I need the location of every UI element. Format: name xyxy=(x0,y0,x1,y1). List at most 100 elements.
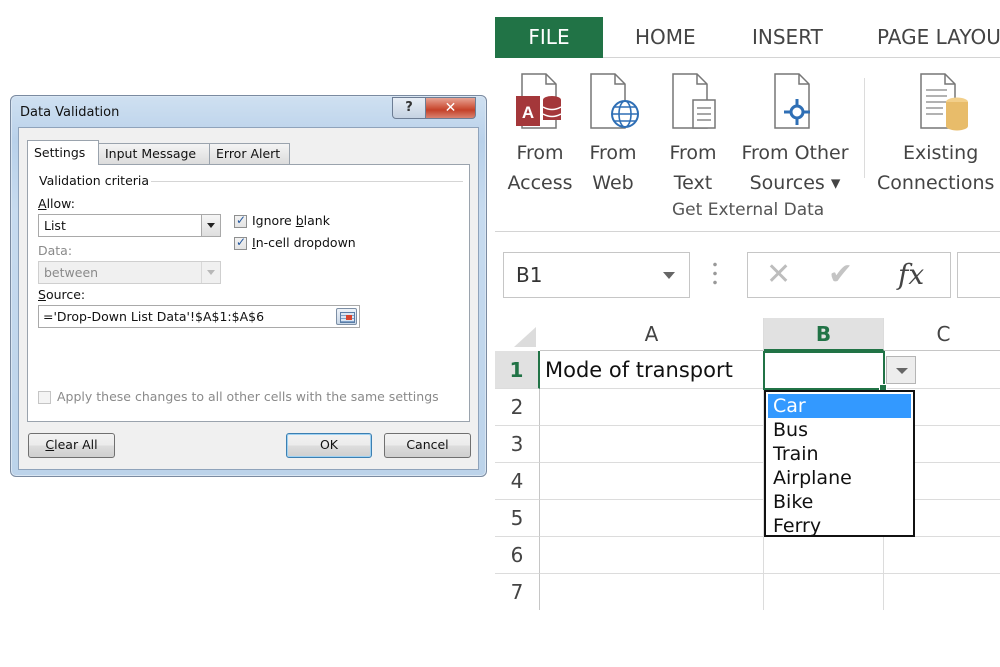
existing-connections-button[interactable]: Existing Connections xyxy=(875,72,1000,198)
select-all-corner[interactable] xyxy=(495,318,540,351)
ribbon-separator xyxy=(864,78,865,178)
ribbon-data-group: A From Access From Web From Text From Ot… xyxy=(495,58,1000,232)
close-button[interactable]: ✕ xyxy=(425,97,476,119)
dropdown-option-car[interactable]: Car xyxy=(768,394,911,418)
text-file-icon xyxy=(672,73,716,129)
cell-b6[interactable] xyxy=(764,537,884,574)
cancel-icon[interactable]: ✕ xyxy=(766,259,791,291)
existing-connections-label: Existing Connections xyxy=(877,142,995,194)
settings-panel: Validation criteria Allow: List Data: be… xyxy=(27,164,470,422)
row-header-4[interactable]: 4 xyxy=(495,463,540,500)
cell-a5[interactable] xyxy=(540,500,764,537)
apply-all-label: Apply these changes to all other cells w… xyxy=(57,389,439,404)
from-access-button[interactable]: A From Access xyxy=(505,72,575,198)
from-web-button[interactable]: From Web xyxy=(583,72,643,198)
tab-page-layout[interactable]: PAGE LAYOUT xyxy=(877,17,1000,58)
dropdown-option-airplane[interactable]: Airplane xyxy=(766,466,913,490)
row-header-5[interactable]: 5 xyxy=(495,500,540,537)
apply-all-checkbox[interactable] xyxy=(38,391,51,404)
cell-a1[interactable]: Mode of transport xyxy=(540,351,764,389)
row-header-6[interactable]: 6 xyxy=(495,537,540,574)
formula-bar-grip[interactable] xyxy=(713,260,717,288)
access-database-icon: A xyxy=(516,73,562,129)
tab-insert[interactable]: INSERT xyxy=(752,17,823,58)
in-cell-dropdown-button[interactable] xyxy=(886,356,916,384)
excel-window: FILE HOME INSERT PAGE LAYOUT A From Acces… xyxy=(495,0,1000,610)
allow-select[interactable]: List xyxy=(38,214,221,237)
name-box-value: B1 xyxy=(516,263,543,287)
tab-file[interactable]: FILE xyxy=(495,17,603,58)
section-divider xyxy=(151,181,463,182)
source-input[interactable]: ='Drop-Down List Data'!$A$1:$A$6 xyxy=(38,305,360,328)
tab-input-message[interactable]: Input Message xyxy=(98,143,210,164)
chevron-down-icon[interactable] xyxy=(201,215,220,236)
column-header-b[interactable]: B xyxy=(764,318,884,351)
in-cell-dropdown-list: Car Bus Train Airplane Bike Ferry xyxy=(764,390,915,537)
tab-error-alert[interactable]: Error Alert xyxy=(209,143,290,164)
row-header-2[interactable]: 2 xyxy=(495,389,540,426)
allow-label: Allow: xyxy=(38,196,75,211)
dialog-title: Data Validation xyxy=(20,105,120,120)
range-selector-icon[interactable] xyxy=(336,308,357,325)
group-label-get-external-data: Get External Data xyxy=(672,200,825,220)
web-globe-icon xyxy=(590,73,639,129)
formula-buttons: ✕ ✔ fx xyxy=(747,252,951,298)
allow-value: List xyxy=(44,218,66,233)
enter-check-icon[interactable]: ✔ xyxy=(828,259,853,291)
insert-function-icon[interactable]: fx xyxy=(898,259,924,291)
cell-b7[interactable] xyxy=(764,574,884,610)
formula-input[interactable] xyxy=(957,252,1000,298)
cell-c7[interactable] xyxy=(884,574,1000,610)
chevron-down-icon[interactable] xyxy=(663,272,675,279)
clear-all-button[interactable]: Clear All xyxy=(28,433,115,458)
from-other-sources-button[interactable]: From Other Sources ▾ xyxy=(735,72,855,198)
ignore-blank-checkbox[interactable] xyxy=(234,213,247,228)
cell-a7[interactable] xyxy=(540,574,764,610)
from-other-sources-label: From Other Sources ▾ xyxy=(741,142,849,194)
cell-a4[interactable] xyxy=(540,463,764,500)
dropdown-option-bike[interactable]: Bike xyxy=(766,490,913,514)
source-label: Source: xyxy=(38,287,86,302)
column-header-a[interactable]: A xyxy=(540,318,764,351)
cell-a2[interactable] xyxy=(540,389,764,426)
svg-text:A: A xyxy=(522,103,534,122)
other-sources-icon xyxy=(774,73,810,129)
column-header-c[interactable]: C xyxy=(884,318,1000,351)
data-value: between xyxy=(44,265,99,280)
from-text-button[interactable]: From Text xyxy=(663,72,723,198)
in-cell-dropdown-label: In-cell dropdown xyxy=(252,235,356,250)
in-cell-dropdown-checkbox[interactable] xyxy=(234,235,247,250)
dropdown-option-bus[interactable]: Bus xyxy=(766,418,913,442)
source-value: ='Drop-Down List Data'!$A$1:$A$6 xyxy=(43,309,265,324)
existing-connections-icon xyxy=(920,73,968,131)
dropdown-option-ferry[interactable]: Ferry xyxy=(766,514,913,538)
cancel-button[interactable]: Cancel xyxy=(384,433,471,458)
row-header-7[interactable]: 7 xyxy=(495,574,540,610)
tab-home[interactable]: HOME xyxy=(635,17,696,58)
tab-settings[interactable]: Settings xyxy=(27,140,99,165)
ignore-blank-label: Ignore blank xyxy=(252,213,330,228)
ribbon-tab-bar: FILE HOME INSERT PAGE LAYOUT xyxy=(495,17,1000,58)
data-select: between xyxy=(38,261,221,284)
from-text-label: From Text xyxy=(669,142,717,194)
cell-a3[interactable] xyxy=(540,426,764,463)
ok-button[interactable]: OK xyxy=(286,433,372,458)
validation-criteria-heading: Validation criteria xyxy=(39,173,150,188)
help-button[interactable]: ? xyxy=(392,97,426,119)
row-header-3[interactable]: 3 xyxy=(495,426,540,463)
cell-a6[interactable] xyxy=(540,537,764,574)
formula-bar: B1 ✕ ✔ fx xyxy=(495,240,1000,315)
close-icon: ✕ xyxy=(444,100,457,116)
worksheet-grid: A B C 1 2 3 4 5 6 7 Mode of transport xyxy=(495,318,1000,610)
data-label: Data: xyxy=(38,243,73,258)
name-box[interactable]: B1 xyxy=(503,252,690,298)
dropdown-option-train[interactable]: Train xyxy=(766,442,913,466)
chevron-down-icon xyxy=(201,262,220,283)
from-access-label: From Access xyxy=(507,142,573,194)
cell-c6[interactable] xyxy=(884,537,1000,574)
data-validation-dialog: Data Validation ? ✕ Settings Input Messa… xyxy=(10,95,487,477)
dialog-body: Settings Input Message Error Alert Valid… xyxy=(18,127,479,470)
row-header-1[interactable]: 1 xyxy=(495,351,540,389)
from-web-label: From Web xyxy=(589,142,637,194)
active-cell-b1 xyxy=(763,351,887,392)
